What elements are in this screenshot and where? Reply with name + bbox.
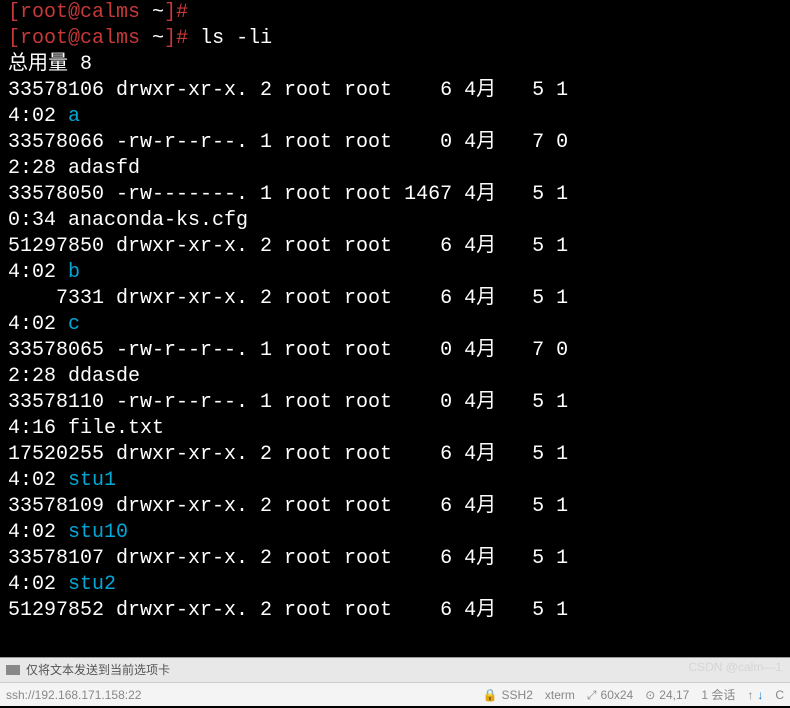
upload-indicator: ↑↓: [747, 682, 763, 708]
ssh-address: ssh://192.168.171.158:22: [6, 682, 141, 708]
status-bar-bottom: ssh://192.168.171.158:22 🔒SSH2 xterm ⤢60…: [0, 682, 790, 706]
mail-icon: [6, 665, 20, 675]
watermark: CSDN @calm—1: [688, 654, 782, 680]
term-size: ⤢60x24: [587, 682, 633, 708]
ssh2-label: 🔒SSH2: [483, 682, 533, 708]
status-bar-info: 仅将文本发送到当前选项卡: [0, 657, 790, 682]
session-count: 1 会话: [701, 682, 735, 708]
status-message: 仅将文本发送到当前选项卡: [26, 657, 170, 683]
cursor-pos: ⊙24,17: [645, 682, 689, 708]
terminal-output[interactable]: [root@calms ~]# [root@calms ~]# ls -li 总…: [0, 0, 790, 624]
term-type: xterm: [545, 682, 575, 708]
lock-icon: 🔒: [483, 682, 498, 708]
download-arrow-icon: ↓: [757, 682, 763, 708]
cap-indicator: C: [775, 682, 784, 708]
